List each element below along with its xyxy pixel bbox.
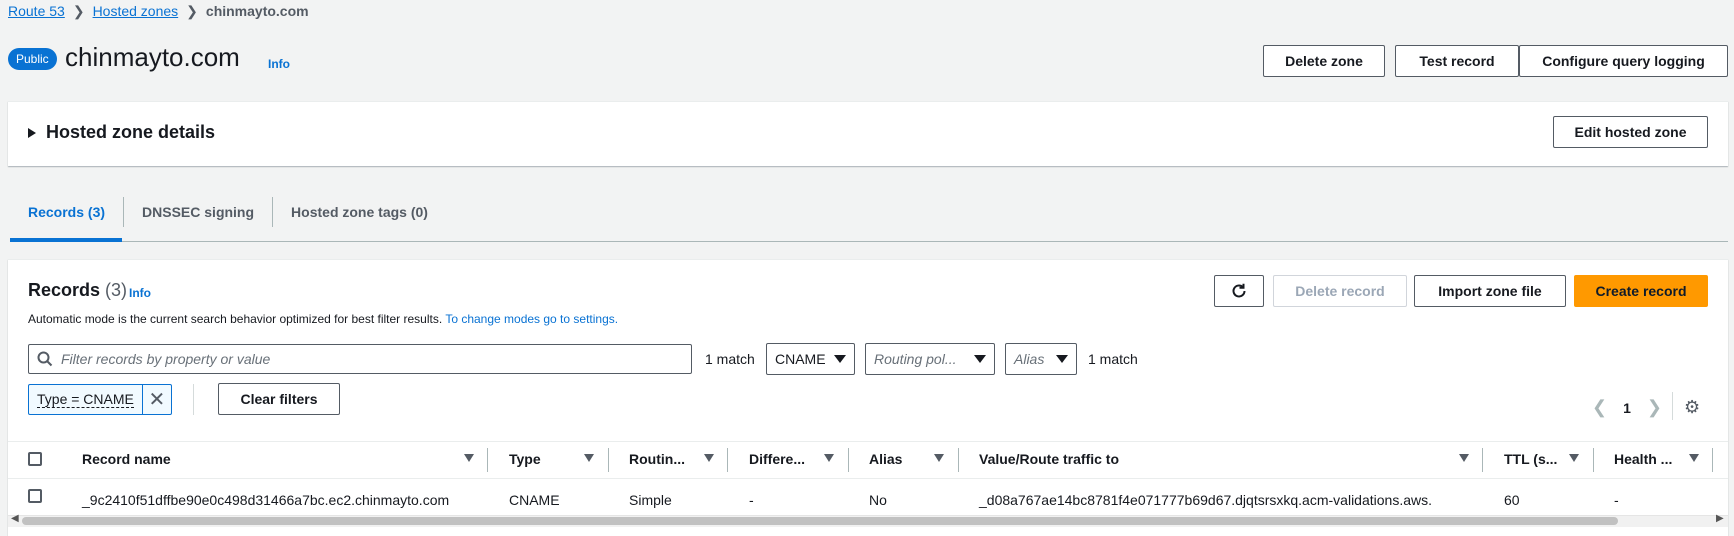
column-separator[interactable] — [1482, 448, 1483, 472]
sort-icon[interactable] — [704, 454, 714, 462]
column-ttl[interactable]: TTL (s... — [1504, 451, 1557, 467]
filter-token-label[interactable]: Type = CNAME — [29, 385, 143, 414]
refresh-icon — [1232, 283, 1246, 298]
sort-icon[interactable] — [464, 454, 474, 462]
chevron-right-icon: ❯ — [186, 2, 198, 19]
column-differentiator[interactable]: Differe... — [749, 451, 805, 467]
sort-icon[interactable] — [824, 454, 834, 462]
alias-filter-select[interactable]: Alias — [1005, 343, 1077, 375]
cell-record-name[interactable]: _9c2410f51dffbe90e0c498d31466a7bc.ec2.ch… — [82, 492, 449, 508]
tab-records[interactable]: Records (3) — [10, 197, 123, 227]
filter-token: Type = CNAME ✕ — [28, 384, 172, 415]
cell-alias: No — [869, 492, 887, 508]
tab-bar: Records (3) DNSSEC signing Hosted zone t… — [10, 197, 446, 242]
scrollbar-thumb[interactable] — [22, 517, 1618, 525]
search-mode-text: Automatic mode is the current search beh… — [28, 312, 443, 326]
sort-icon[interactable] — [934, 454, 944, 462]
settings-gear-icon[interactable]: ⚙ — [1684, 397, 1700, 418]
column-alias[interactable]: Alias — [869, 451, 902, 467]
active-tab-indicator — [10, 238, 122, 242]
pagination: ❮ 1 ❯ — [1592, 397, 1662, 418]
chevron-right-icon: ❯ — [72, 2, 85, 19]
cell-ttl: 60 — [1504, 492, 1520, 508]
records-title-text: Records — [28, 280, 101, 300]
cell-routing-policy: Simple — [629, 492, 672, 508]
cell-health-check: - — [1614, 492, 1619, 508]
records-info-link[interactable]: Info — [129, 286, 151, 300]
caret-right-icon — [28, 127, 36, 138]
column-record-name[interactable]: Record name — [82, 451, 171, 467]
public-badge: Public — [8, 48, 57, 70]
breadcrumb: Route 53 ❯ Hosted zones ❯ chinmayto.com — [8, 1, 309, 21]
filter-search-box[interactable] — [28, 344, 692, 374]
type-filter-value: CNAME — [775, 351, 826, 367]
create-record-button[interactable]: Create record — [1574, 275, 1708, 307]
breadcrumb-current: chinmayto.com — [205, 3, 309, 19]
cell-differentiator: - — [749, 492, 754, 508]
scroll-left-icon[interactable]: ◀ — [11, 513, 19, 524]
token-divider — [193, 384, 194, 415]
table-header — [8, 441, 1728, 479]
sort-icon[interactable] — [1459, 454, 1469, 462]
delete-zone-button[interactable]: Delete zone — [1263, 45, 1385, 77]
routing-policy-filter-value: Routing pol... — [874, 351, 957, 367]
remove-filter-icon[interactable]: ✕ — [143, 385, 171, 414]
search-match-count: 1 match — [705, 351, 755, 367]
import-zone-file-button[interactable]: Import zone file — [1414, 275, 1566, 307]
settings-link[interactable]: To change modes go to settings. — [445, 312, 618, 326]
search-icon — [37, 351, 53, 367]
hosted-zone-details-title: Hosted zone details — [46, 122, 216, 142]
column-separator[interactable] — [848, 448, 849, 472]
sort-icon[interactable] — [1689, 454, 1699, 462]
pagination-divider — [1672, 392, 1673, 420]
configure-query-logging-button[interactable]: Configure query logging — [1519, 45, 1728, 77]
filter-match-count: 1 match — [1088, 351, 1138, 367]
search-mode-description: Automatic mode is the current search beh… — [28, 312, 618, 326]
records-title: Records (3) — [28, 280, 127, 301]
cell-value: _d08a767ae14bc8781f4e071777b69d67.djqtsr… — [979, 492, 1432, 508]
caret-down-icon — [1056, 355, 1068, 363]
column-type[interactable]: Type — [509, 451, 541, 467]
page-title: chinmayto.com — [65, 42, 240, 72]
alias-filter-value: Alias — [1014, 351, 1045, 367]
delete-record-button[interactable]: Delete record — [1273, 275, 1407, 307]
caret-down-icon — [974, 355, 986, 363]
cell-type: CNAME — [509, 492, 560, 508]
caret-down-icon — [834, 355, 846, 363]
clear-filters-button[interactable]: Clear filters — [218, 383, 340, 415]
test-record-button[interactable]: Test record — [1395, 45, 1519, 77]
column-separator[interactable] — [1593, 448, 1594, 472]
column-separator[interactable] — [608, 448, 609, 472]
records-count: (3) — [105, 280, 128, 300]
tab-divider — [10, 241, 1728, 242]
column-routing-policy[interactable]: Routin... — [629, 451, 685, 467]
routing-policy-filter-select[interactable]: Routing pol... — [865, 343, 995, 375]
column-value[interactable]: Value/Route traffic to — [979, 451, 1119, 467]
select-all-checkbox[interactable] — [28, 452, 42, 466]
sort-icon[interactable] — [584, 454, 594, 462]
column-separator[interactable] — [487, 448, 488, 472]
hosted-zone-details-toggle[interactable]: Hosted zone details — [28, 122, 215, 143]
column-separator[interactable] — [958, 448, 959, 472]
tab-hosted-zone-tags[interactable]: Hosted zone tags (0) — [272, 197, 446, 227]
column-separator[interactable] — [727, 448, 728, 472]
filter-search-input[interactable] — [61, 351, 661, 367]
column-separator[interactable] — [1712, 448, 1713, 472]
title-info-link[interactable]: Info — [268, 57, 290, 71]
scroll-right-icon[interactable]: ▶ — [1716, 513, 1724, 524]
breadcrumb-route53[interactable]: Route 53 — [8, 3, 65, 19]
tab-dnssec-signing[interactable]: DNSSEC signing — [123, 197, 272, 227]
sort-icon[interactable] — [1569, 454, 1579, 462]
filter-token-text: Type = CNAME — [37, 391, 134, 408]
refresh-button[interactable] — [1214, 275, 1264, 307]
type-filter-select[interactable]: CNAME — [766, 343, 855, 375]
current-page[interactable]: 1 — [1623, 400, 1631, 416]
edit-hosted-zone-button[interactable]: Edit hosted zone — [1553, 116, 1708, 148]
column-health-check[interactable]: Health ... — [1614, 451, 1672, 467]
next-page-icon[interactable]: ❯ — [1647, 397, 1662, 418]
breadcrumb-hosted-zones[interactable]: Hosted zones — [93, 3, 179, 19]
row-checkbox[interactable] — [28, 489, 42, 503]
previous-page-icon[interactable]: ❮ — [1592, 397, 1607, 418]
hosted-zone-details-panel — [8, 101, 1728, 166]
